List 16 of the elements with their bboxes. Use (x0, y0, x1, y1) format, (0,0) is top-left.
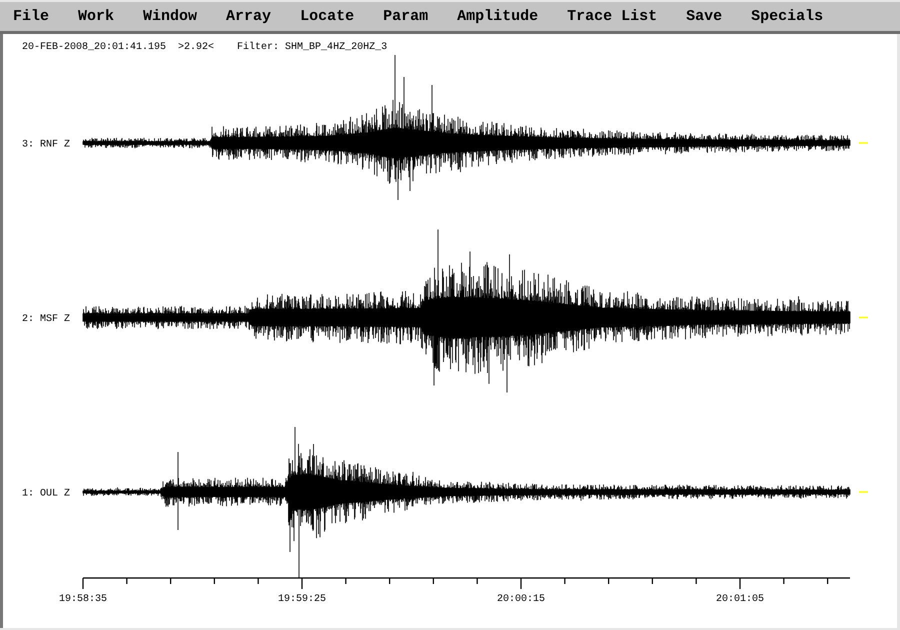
trace-label: 2: MSF Z (22, 314, 70, 325)
axis-tick-label: 19:59:25 (278, 594, 326, 605)
axis-tick-label: 20:01:05 (716, 594, 764, 605)
scale-value-label: >2.92< (178, 42, 214, 55)
trace-label: 3: RNF Z (22, 140, 70, 150)
dash-marker-icon (859, 491, 868, 493)
trace-label: 1: OUL Z (22, 488, 70, 500)
menu-item[interactable]: Specials (751, 8, 824, 26)
dash-marker-icon (859, 142, 868, 144)
menu-item[interactable]: Array (226, 8, 272, 26)
dash-marker-icon (859, 316, 868, 318)
axis-tick-label: 19:58:35 (59, 594, 107, 605)
menu-item[interactable]: Amplitude (457, 8, 538, 26)
timestamp-label: 20-FEB-2008_20:01:41.195 (22, 42, 166, 55)
filter-label: Filter: SHM_BP_4HZ_20HZ_3 (237, 42, 388, 55)
axis-tick-label: 20:00:15 (497, 594, 545, 605)
